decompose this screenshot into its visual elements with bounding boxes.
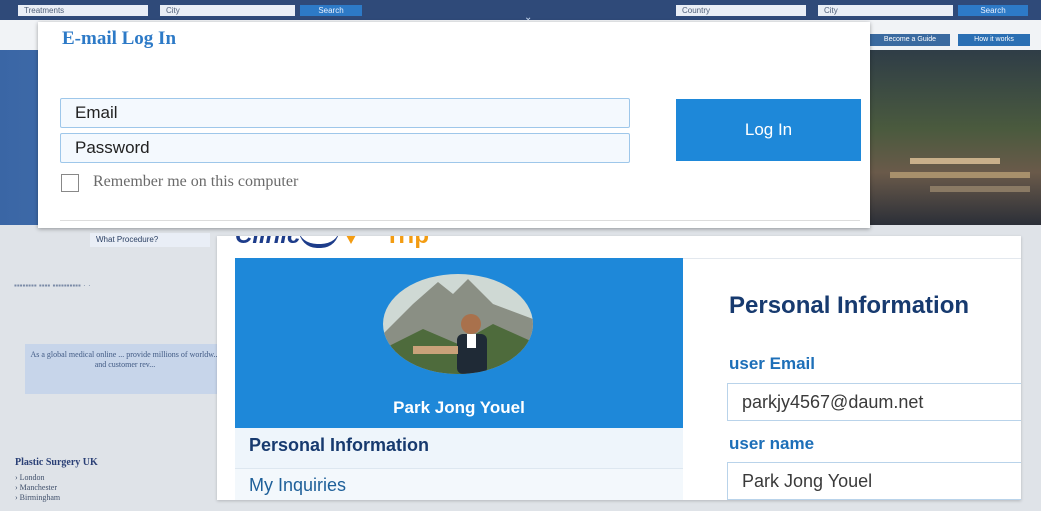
bg-korean-notice: ▪▪▪▪▪▪▪▪ ▪▪▪▪ ▪▪▪▪▪▪▪▪▪▪ · · xyxy=(14,281,91,290)
user-name-label: user name xyxy=(729,434,815,453)
bg-city-item[interactable]: › Manchester xyxy=(15,483,60,493)
profile-panel: Clinic Trip Park Jong Youel Personal Inf… xyxy=(217,236,1021,500)
bg-section-heading: Plastic Surgery UK xyxy=(15,457,98,468)
bg-global-info: As a global medical online ... provide m… xyxy=(25,344,225,394)
menu-divider xyxy=(235,468,683,469)
brand-swoosh xyxy=(299,236,339,248)
login-button[interactable]: Log In xyxy=(676,99,861,161)
bg-hero-photo xyxy=(870,50,1041,225)
password-input[interactable]: Password xyxy=(60,133,630,163)
profile-user-name: Park Jong Youel xyxy=(393,398,525,417)
bg-city-label: Birmingham xyxy=(19,493,61,502)
remember-me-label: Remember me on this computer xyxy=(93,173,299,190)
login-title: E-mail Log In xyxy=(62,28,177,49)
header-divider xyxy=(683,258,1021,259)
bg-city-field[interactable]: City xyxy=(160,5,295,16)
menu-item-my-inquiries[interactable]: My Inquiries xyxy=(249,475,346,496)
profile-sidebar-header: Park Jong Youel xyxy=(235,258,683,428)
login-divider xyxy=(60,220,860,221)
bg-photo-houses xyxy=(910,158,1000,164)
brand-logo-part-a: Clinic xyxy=(235,236,300,250)
remember-me-checkbox[interactable] xyxy=(61,174,79,192)
bg-treatments-field[interactable]: Treatments xyxy=(18,5,148,16)
user-email-field[interactable]: parkjy4567@daum.net xyxy=(727,383,1021,421)
bg-photo-houses-3 xyxy=(930,186,1030,192)
bg-city-item[interactable]: › London xyxy=(15,473,60,483)
avatar[interactable] xyxy=(383,274,533,374)
brand-logo-part-b: Trip xyxy=(385,236,429,250)
personal-information-title: Personal Information xyxy=(729,292,970,319)
bg-procedure-input[interactable]: What Procedure? xyxy=(90,233,210,247)
bg-how-it-works-button[interactable]: How it works xyxy=(958,34,1030,46)
bg-city-list: › London › Manchester › Birmingham xyxy=(15,473,60,503)
user-email-label: user Email xyxy=(729,354,815,373)
bg-become-guide-button[interactable]: Become a Guide xyxy=(870,34,950,46)
bg-city-item[interactable]: › Birmingham xyxy=(15,493,60,503)
bg-country-field[interactable]: Country xyxy=(676,5,806,16)
email-input[interactable]: Email xyxy=(60,98,630,128)
menu-item-personal-information[interactable]: Personal Information xyxy=(249,435,429,456)
bg-search-button[interactable]: Search xyxy=(300,5,362,16)
user-name-field[interactable]: Park Jong Youel xyxy=(727,462,1021,500)
bg-city-label: Manchester xyxy=(19,483,57,492)
location-pin-icon xyxy=(346,236,356,244)
bg-city-field-2[interactable]: City xyxy=(818,5,953,16)
bg-photo-houses-2 xyxy=(890,172,1030,178)
avatar-photo xyxy=(383,274,533,374)
email-login-modal: E-mail Log In Email Password Log In Reme… xyxy=(38,22,870,228)
bg-search-button-2[interactable]: Search xyxy=(958,5,1028,16)
bg-city-label: London xyxy=(19,473,45,482)
